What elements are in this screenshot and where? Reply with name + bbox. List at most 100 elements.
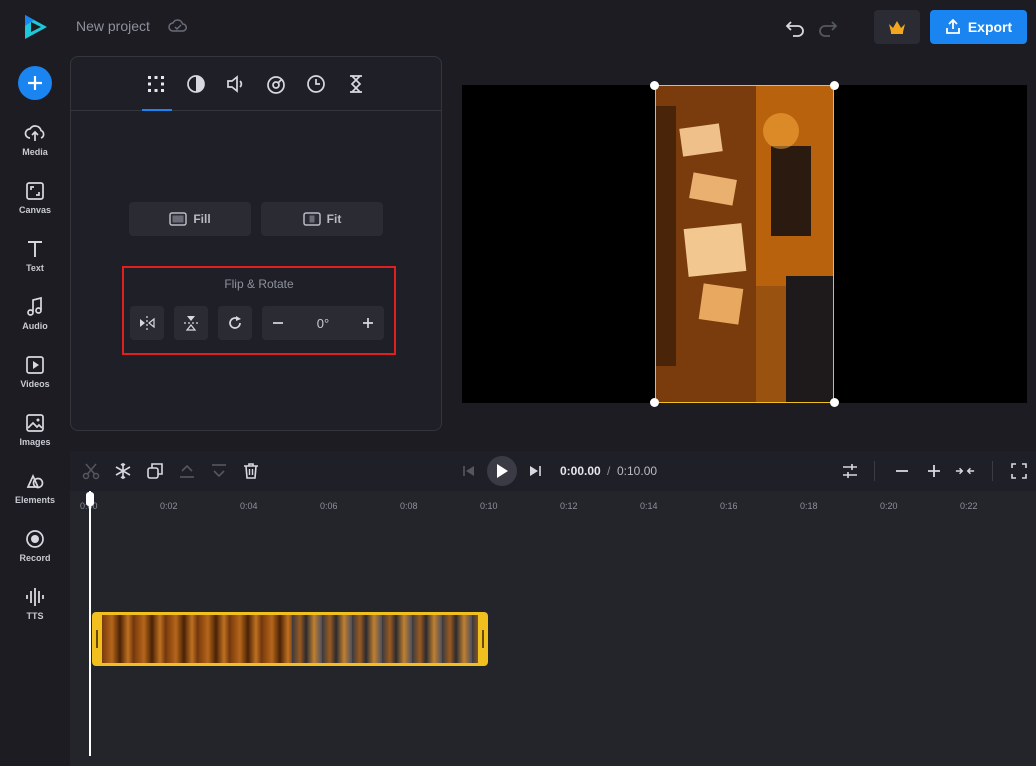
fill-button[interactable]: Fill [129,202,251,236]
resize-handle-bottom-right[interactable] [830,398,839,407]
rotate-icon [229,316,241,329]
sidebar-item-label: Videos [20,379,50,389]
clip-thumbnails [292,615,478,663]
play-icon [497,464,508,478]
project-title[interactable]: New project [76,18,150,34]
redo-icon[interactable] [817,16,839,38]
export-icon [945,19,960,34]
clock-icon[interactable] [305,73,327,95]
premium-button[interactable] [874,10,920,44]
cloud-sync-icon [168,19,187,32]
speed-icon[interactable] [265,73,287,95]
flip-vertical-button[interactable] [174,306,208,340]
resize-handle-bottom-left[interactable] [650,398,659,407]
undo-icon[interactable] [784,16,806,38]
sidebar-item-images[interactable]: Images [0,412,70,462]
sidebar-item-canvas[interactable]: Canvas [0,180,70,230]
ruler-tick: 0:20 [880,501,898,511]
cloud-upload-icon [24,125,45,141]
fullscreen-icon[interactable] [1009,461,1029,481]
scissors-icon[interactable] [81,461,101,481]
toolbar-divider [874,461,875,481]
fit-button[interactable]: Fit [261,202,383,236]
skip-back-icon[interactable] [459,461,479,481]
playhead-handle[interactable] [86,492,94,506]
ruler-tick: 0:12 [560,501,578,511]
fill-icon [169,212,188,226]
play-button[interactable] [487,456,517,486]
ruler-tick: 0:04 [240,501,258,511]
flip-horizontal-button[interactable] [130,306,164,340]
fill-label: Fill [193,212,211,226]
zoom-in-icon[interactable] [924,461,944,481]
current-time: 0:00.00 [560,464,601,478]
duplicate-icon[interactable] [145,461,165,481]
zoom-out-icon[interactable] [892,461,912,481]
rotate-button[interactable] [218,306,252,340]
flip-vertical-icon [184,316,198,331]
trash-icon[interactable] [241,461,261,481]
ruler-tick: 0:14 [640,501,658,511]
plus-icon[interactable] [362,317,374,329]
sidebar-item-label: Audio [22,321,48,331]
resize-handle-top-left[interactable] [650,81,659,90]
move-up-icon[interactable] [177,461,197,481]
shapes-icon [26,473,44,489]
sidebar-item-label: Elements [14,495,56,505]
video-preview [462,81,1027,407]
rotation-value[interactable]: 0° [317,316,329,331]
video-clip[interactable] [92,612,488,666]
resize-handle-top-right[interactable] [830,81,839,90]
sidebar-item-media[interactable]: Media [0,122,70,172]
move-down-icon[interactable] [209,461,229,481]
timeline-ruler[interactable]: 0:00 0:02 0:04 0:06 0:08 0:10 0:12 0:14 … [70,491,1036,515]
waveform-icon [26,588,44,606]
flip-horizontal-icon [140,316,155,330]
crop-icon[interactable] [145,73,167,95]
properties-panel: Fill Fit Flip & Rotate 0° [70,56,442,431]
music-note-icon [27,296,42,316]
video-icon [26,356,44,374]
sidebar: Media Canvas Text Audio Videos Images El… [0,54,70,766]
timeline-toolbar: 0:00.00 / 0:10.00 [70,451,1036,491]
hourglass-icon[interactable] [345,73,367,95]
canvas-icon [26,182,44,200]
crown-icon [889,21,905,34]
video-thumbnail-image [656,86,833,402]
adjust-icon[interactable] [185,73,207,95]
skip-forward-icon[interactable] [525,461,545,481]
sidebar-item-audio[interactable]: Audio [0,296,70,346]
ruler-tick: 0:18 [800,501,818,511]
freeze-icon[interactable] [113,461,133,481]
timeline: 0:00.00 / 0:10.00 0:00 0:02 0:04 0:06 0:… [70,451,1036,766]
video-frame[interactable] [655,85,834,403]
ruler-tick: 0:10 [480,501,498,511]
clip-trim-handle-left[interactable] [96,630,98,648]
volume-icon[interactable] [225,73,247,95]
settings-sliders-icon[interactable] [840,461,860,481]
sidebar-item-elements[interactable]: Elements [0,470,70,520]
export-button[interactable]: Export [930,10,1027,44]
sidebar-item-tts[interactable]: TTS [0,586,70,636]
record-icon [26,530,44,548]
app-logo-icon[interactable] [22,14,48,40]
text-icon [28,241,42,257]
flip-rotate-section: Flip & Rotate 0° [122,266,396,355]
sidebar-item-text[interactable]: Text [0,238,70,288]
image-icon [26,414,44,432]
playhead[interactable] [89,491,91,756]
clip-trim-handle-right[interactable] [482,630,484,648]
add-button[interactable] [18,66,52,100]
fit-icon [302,212,321,226]
sidebar-item-record[interactable]: Record [0,528,70,578]
ruler-tick: 0:08 [400,501,418,511]
sidebar-item-label: Images [19,437,51,447]
sidebar-item-label: Media [22,147,48,157]
ruler-tick: 0:06 [320,501,338,511]
top-bar: New project Export [0,0,1036,54]
minus-icon[interactable] [272,317,284,329]
fit-timeline-icon[interactable] [955,461,975,481]
rotation-stepper[interactable]: 0° [262,306,384,340]
sidebar-item-videos[interactable]: Videos [0,354,70,404]
active-tab-indicator [142,109,172,111]
